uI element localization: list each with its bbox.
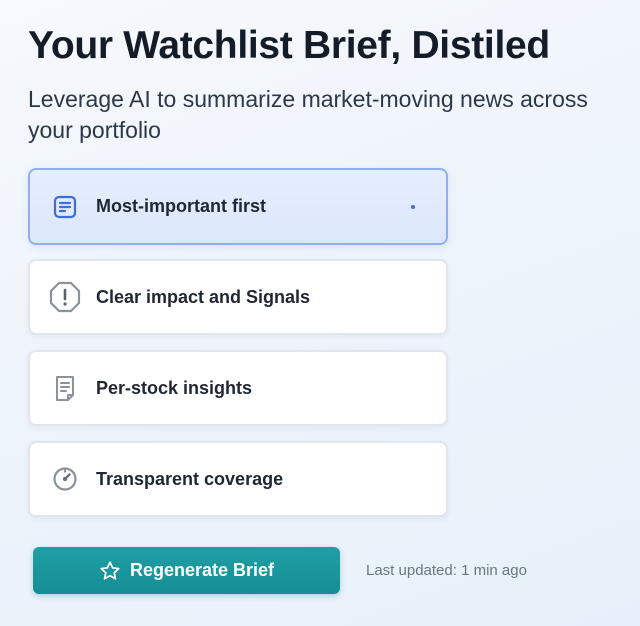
option-label: Per-stock insights — [96, 377, 253, 398]
regenerate-brief-label: Regenerate Brief — [129, 560, 275, 580]
brief-options-list: Most-important first Clear impact and Si… — [28, 168, 448, 532]
option-transparent-coverage[interactable]: Transparent coverage — [28, 441, 448, 517]
selected-indicator — [411, 205, 415, 209]
option-most-important-first[interactable]: Most-important first — [28, 168, 448, 245]
option-label: Transparent coverage — [96, 468, 284, 489]
page-subtitle: Leverage AI to summarize market-moving n… — [28, 86, 588, 143]
document-lines-icon — [48, 190, 82, 224]
document-list-icon — [48, 371, 82, 405]
regenerate-brief-button[interactable]: Regenerate Brief — [33, 547, 340, 594]
option-per-stock-insights[interactable]: Per-stock insights — [28, 350, 448, 426]
option-label: Clear impact and Signals — [96, 286, 311, 307]
page-title: Your Watchlist Brief, Distiled — [28, 24, 550, 67]
option-label: Most-important first — [96, 196, 266, 216]
gauge-icon — [48, 462, 82, 496]
star-icon — [99, 560, 121, 582]
last-updated-text: Last updated: 1 min ago — [366, 562, 527, 579]
alert-octagon-icon — [48, 280, 82, 314]
option-clear-impact-signals[interactable]: Clear impact and Signals — [28, 259, 448, 335]
